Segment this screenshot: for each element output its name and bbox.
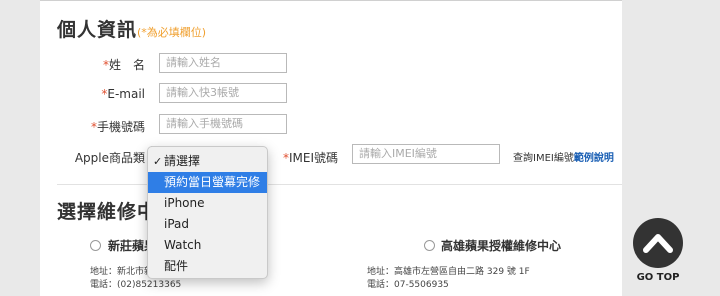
center-phone-0: 電話：(02)85213365 [90, 280, 182, 290]
go-top-label: GO TOP [636, 272, 680, 283]
imei-input[interactable]: 請輸入IMEI編號 [352, 144, 500, 164]
product-label: Apple商品類 [74, 151, 145, 165]
chevron-up-icon [643, 234, 673, 253]
go-top-circle [633, 218, 683, 268]
dropdown-option[interactable]: iPad [148, 214, 267, 235]
center-address-1: 地址：高雄市左營區自由二路 329 號 1F [367, 267, 530, 277]
form-page: 個人資訊(*為必填欄位) *姓 名 請輸入姓名 *E-mail 請輸入快3帳號 … [40, 0, 622, 296]
repair-center-title: 選擇維修中 [57, 201, 158, 223]
center-radio-0[interactable] [90, 240, 101, 251]
imei-example-link[interactable]: 範例說明 [574, 153, 614, 164]
phone-label: *手機號碼 [90, 120, 145, 134]
personal-info-title: 個人資訊(*為必填欄位) [57, 19, 207, 41]
section-divider [57, 184, 622, 185]
email-label: *E-mail [101, 87, 145, 101]
imei-help: 查詢IMEI編號範例說明 [513, 153, 614, 164]
phone-input[interactable]: 請輸入手機號碼 [159, 114, 287, 134]
name-label: *姓 名 [102, 58, 145, 72]
go-top-button[interactable]: GO TOP [633, 218, 683, 288]
email-input[interactable]: 請輸入快3帳號 [159, 83, 287, 103]
dropdown-option[interactable]: iPhone [148, 193, 267, 214]
product-dropdown-menu[interactable]: ✓ 請選擇 預約當日螢幕完修 iPhone iPad Watch 配件 [147, 146, 268, 279]
center-phone-1: 電話：07-5506935 [367, 280, 449, 290]
check-icon: ✓ [153, 155, 163, 168]
center-address-0: 地址：新北市新 [90, 267, 154, 277]
dropdown-option[interactable]: ✓ 請選擇 [148, 151, 267, 172]
dropdown-option[interactable]: 配件 [148, 256, 267, 277]
name-input[interactable]: 請輸入姓名 [159, 53, 287, 73]
imei-label: *IMEI號碼 [282, 151, 338, 165]
required-note: (*為必填欄位) [137, 26, 207, 39]
center-radio-1[interactable] [424, 240, 435, 251]
center-name-1: 高雄蘋果授權維修中心 [441, 239, 562, 253]
dropdown-option[interactable]: Watch [148, 235, 267, 256]
dropdown-option[interactable]: 預約當日螢幕完修 [148, 172, 267, 193]
